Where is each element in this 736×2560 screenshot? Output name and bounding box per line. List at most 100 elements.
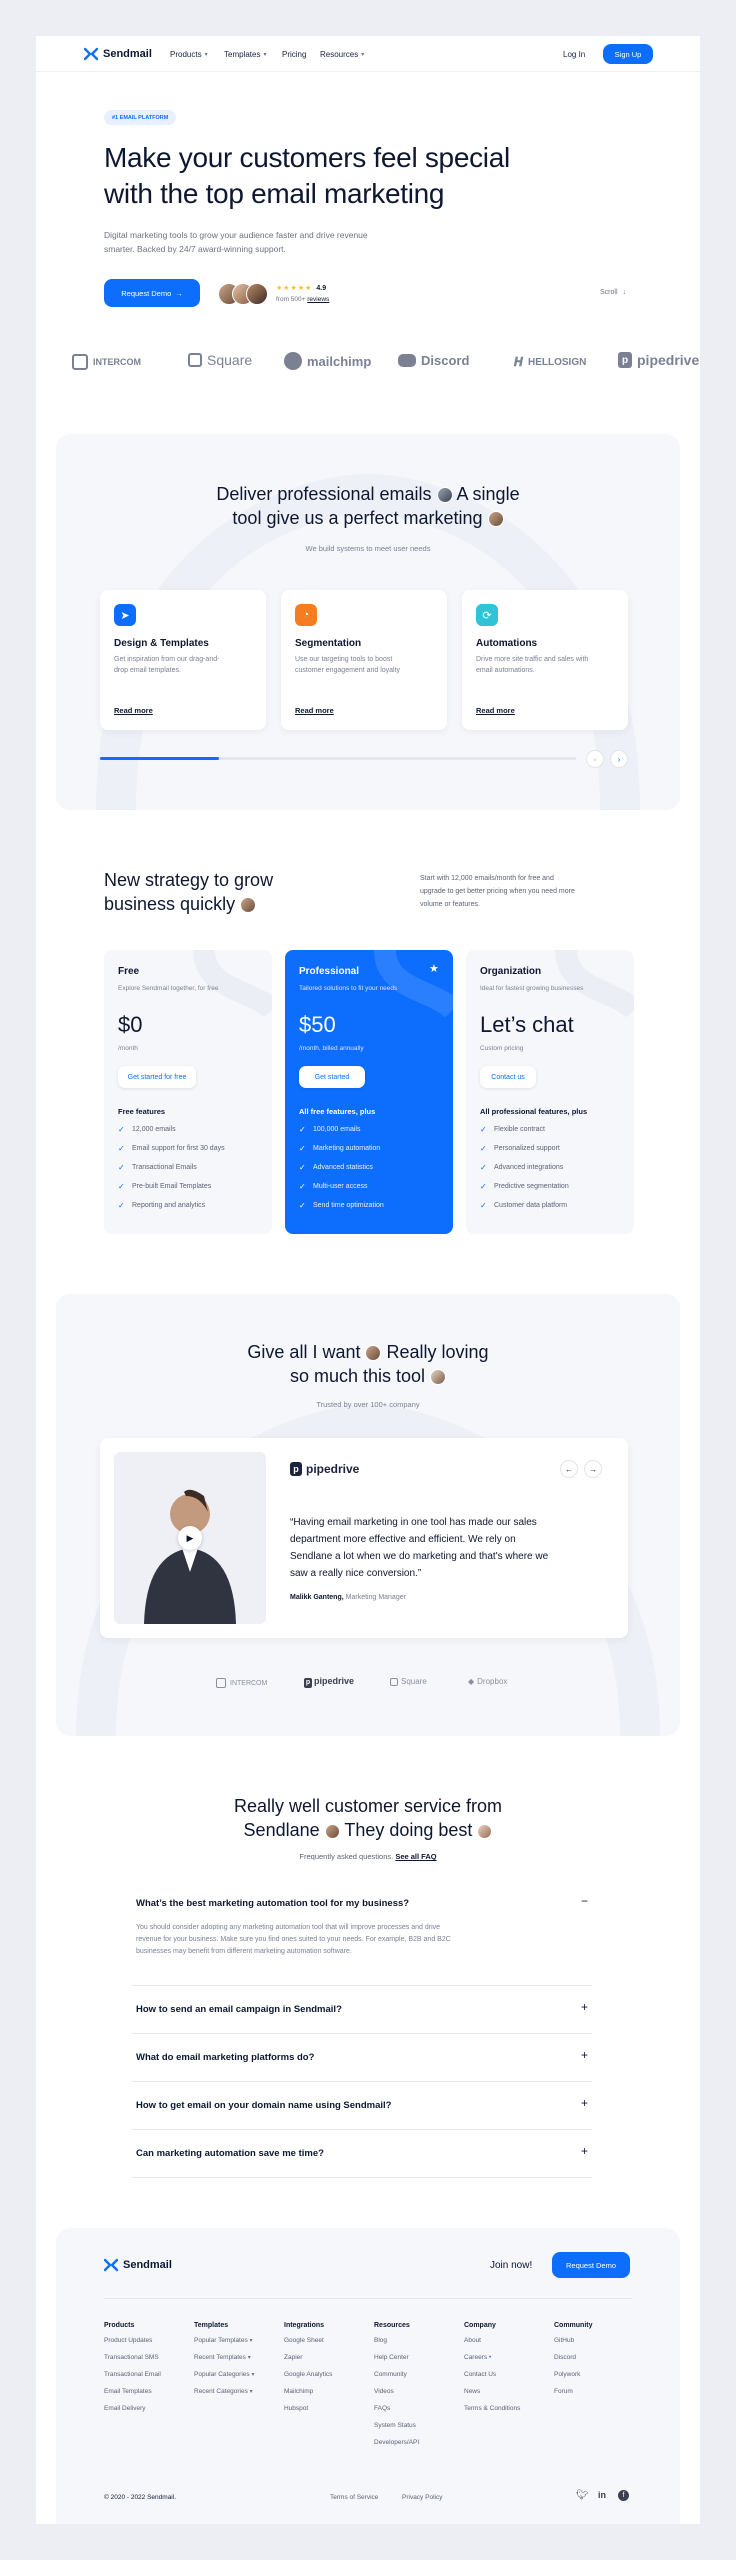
footer-brand-logo[interactable]: Sendmail: [104, 2258, 172, 2272]
hero-request-demo-button[interactable]: Request Demo →: [104, 279, 200, 307]
chevron-down-icon: ▾: [204, 52, 208, 58]
footer-link[interactable]: FAQs: [374, 2405, 419, 2422]
plus-icon[interactable]: +: [581, 2048, 588, 2062]
reviews-link[interactable]: reviews: [307, 296, 329, 303]
footer-link[interactable]: Popular Categories ▾: [194, 2371, 254, 2388]
plus-icon[interactable]: +: [581, 2096, 588, 2110]
chevron-down-icon: ▾: [361, 52, 365, 58]
footer-link[interactable]: GitHub: [554, 2337, 593, 2354]
faq-title: Really well customer service from Sendla…: [36, 1794, 700, 1842]
see-all-faq-link[interactable]: See all FAQ: [395, 1852, 436, 1861]
linkedin-icon[interactable]: in: [598, 2490, 606, 2500]
avatar: [477, 1823, 493, 1839]
footer-link[interactable]: Mailchimp: [284, 2388, 332, 2405]
avatar: [246, 283, 268, 305]
footer-link[interactable]: Popular Templates ▾: [194, 2337, 254, 2354]
footer-link[interactable]: Google Sheet: [284, 2337, 332, 2354]
read-more-link[interactable]: Read more: [295, 706, 334, 715]
feature-item: ✓ Pre-built Email Templates: [118, 1177, 225, 1196]
feature-card-segmentation[interactable]: ◔ Segmentation Use our targeting tools t…: [281, 590, 447, 730]
join-now-label: Join now!: [490, 2260, 533, 2271]
footer-link[interactable]: Careers •: [464, 2354, 520, 2371]
faq-item[interactable]: What do email marketing platforms do? +: [132, 2034, 592, 2082]
twitter-icon[interactable]: 🐦︎: [576, 2490, 589, 2501]
pricing-title-line1: New strategy to grow: [104, 870, 274, 890]
read-more-link[interactable]: Read more: [114, 706, 153, 715]
hero-title-line1: Make your customers feel special: [104, 142, 510, 173]
plus-icon[interactable]: +: [581, 2000, 588, 2014]
contact-us-button[interactable]: Contact us: [480, 1066, 536, 1088]
brand-logo[interactable]: Sendmail: [84, 47, 152, 61]
footer-link[interactable]: Help Center: [374, 2354, 419, 2371]
privacy-link[interactable]: Privacy Policy: [402, 2494, 442, 2501]
play-icon[interactable]: ▶: [178, 1526, 202, 1550]
footer-link[interactable]: Email Delivery: [104, 2405, 161, 2422]
footer-link[interactable]: About: [464, 2337, 520, 2354]
pricing-side-line3: volume or features.: [420, 901, 480, 908]
faq-item[interactable]: How to get email on your domain name usi…: [132, 2082, 592, 2130]
plan-cta-label: Get started for free: [127, 1073, 187, 1081]
terms-link[interactable]: Terms of Service: [330, 2494, 378, 2501]
footer-link[interactable]: System Status: [374, 2422, 419, 2439]
footer-link[interactable]: Hubspot: [284, 2405, 332, 2422]
footer-link[interactable]: Recent Templates ▾: [194, 2354, 254, 2371]
feature-card-automations[interactable]: ⟳ Automations Drive more site traffic an…: [462, 590, 628, 730]
copyright: © 2020 - 2022 Sendmail.: [104, 2494, 177, 2501]
login-link[interactable]: Log In: [563, 50, 585, 59]
footer-link[interactable]: Community: [374, 2371, 419, 2388]
footer-request-demo-button[interactable]: Request Demo: [552, 2252, 630, 2278]
carousel-prev-button[interactable]: ‹: [586, 750, 604, 768]
faq-item-expanded[interactable]: What’s the best marketing automation too…: [132, 1886, 592, 1986]
check-icon: ✓: [299, 1201, 306, 1210]
nav-pricing[interactable]: Pricing: [282, 50, 306, 59]
feature-card-design[interactable]: ➤ Design & Templates Get inspiration fro…: [100, 590, 266, 730]
footer-col-integrations: Integrations Google Sheet Zapier Google …: [284, 2322, 332, 2422]
minus-icon[interactable]: −: [581, 1894, 588, 1908]
check-icon: ✓: [299, 1125, 306, 1134]
footer-col-resources: Resources Blog Help Center Community Vid…: [374, 2322, 419, 2456]
footer-link[interactable]: Terms & Conditions: [464, 2405, 520, 2422]
reviews-line: from 500+ reviews: [276, 296, 329, 303]
get-started-free-button[interactable]: Get started for free: [118, 1066, 196, 1088]
footer-link-label: Popular Categories: [194, 2371, 250, 2378]
footer-link[interactable]: Zapier: [284, 2354, 332, 2371]
testimonial-next-button[interactable]: →: [584, 1460, 602, 1478]
faq-question: What do email marketing platforms do?: [136, 2052, 315, 2063]
carousel-next-button[interactable]: ›: [610, 750, 628, 768]
nav-resources[interactable]: Resources ▾: [320, 50, 364, 59]
footer-link[interactable]: Polywork: [554, 2371, 593, 2388]
check-icon: ✓: [118, 1201, 125, 1210]
footer-link[interactable]: Videos: [374, 2388, 419, 2405]
footer-link[interactable]: Google Analytics: [284, 2371, 332, 2388]
nav-products[interactable]: Products ▾: [170, 50, 208, 59]
facebook-icon[interactable]: f: [618, 2490, 629, 2501]
signup-button[interactable]: Sign Up: [603, 44, 653, 64]
faq-title-part-a: Sendlane: [243, 1820, 320, 1840]
footer-link[interactable]: Transactional Email: [104, 2371, 161, 2388]
feature-item: ✓ Email support for first 30 days: [118, 1139, 225, 1158]
nav-templates[interactable]: Templates ▾: [224, 50, 266, 59]
testimonial-video[interactable]: ▶: [114, 1452, 266, 1624]
footer-link[interactable]: Email Templates: [104, 2388, 161, 2405]
faq-item[interactable]: Can marketing automation save me time? +: [132, 2130, 592, 2178]
get-started-pro-button[interactable]: Get started: [299, 1066, 365, 1088]
feature-item: ✓ Transactional Emails: [118, 1158, 225, 1177]
scroll-indicator[interactable]: Scroll ↓: [600, 289, 626, 296]
testimonial-prev-button[interactable]: ←: [560, 1460, 578, 1478]
feature-card-desc-line1: Drive more site traffic and sales with: [476, 656, 589, 663]
read-more-link[interactable]: Read more: [476, 706, 515, 715]
footer-link[interactable]: Contact Us: [464, 2371, 520, 2388]
footer-link[interactable]: News: [464, 2388, 520, 2405]
footer-link[interactable]: Blog: [374, 2337, 419, 2354]
logo-dropbox-small: ◆ Dropbox: [468, 1677, 507, 1686]
faq-item[interactable]: How to send an email campaign in Sendmai…: [132, 1986, 592, 2034]
footer-link[interactable]: Forum: [554, 2388, 593, 2405]
plus-icon[interactable]: +: [581, 2144, 588, 2158]
footer-link[interactable]: Transactional SMS: [104, 2354, 161, 2371]
footer-link[interactable]: Product Updates: [104, 2337, 161, 2354]
feature-item: ✓ Personalized support: [480, 1139, 569, 1158]
footer-link[interactable]: Discord: [554, 2354, 593, 2371]
feature-card-desc-line1: Use our targeting tools to boost: [295, 656, 393, 663]
footer-link[interactable]: Developers/API: [374, 2439, 419, 2456]
footer-link[interactable]: Recent Categories ▾: [194, 2388, 254, 2405]
